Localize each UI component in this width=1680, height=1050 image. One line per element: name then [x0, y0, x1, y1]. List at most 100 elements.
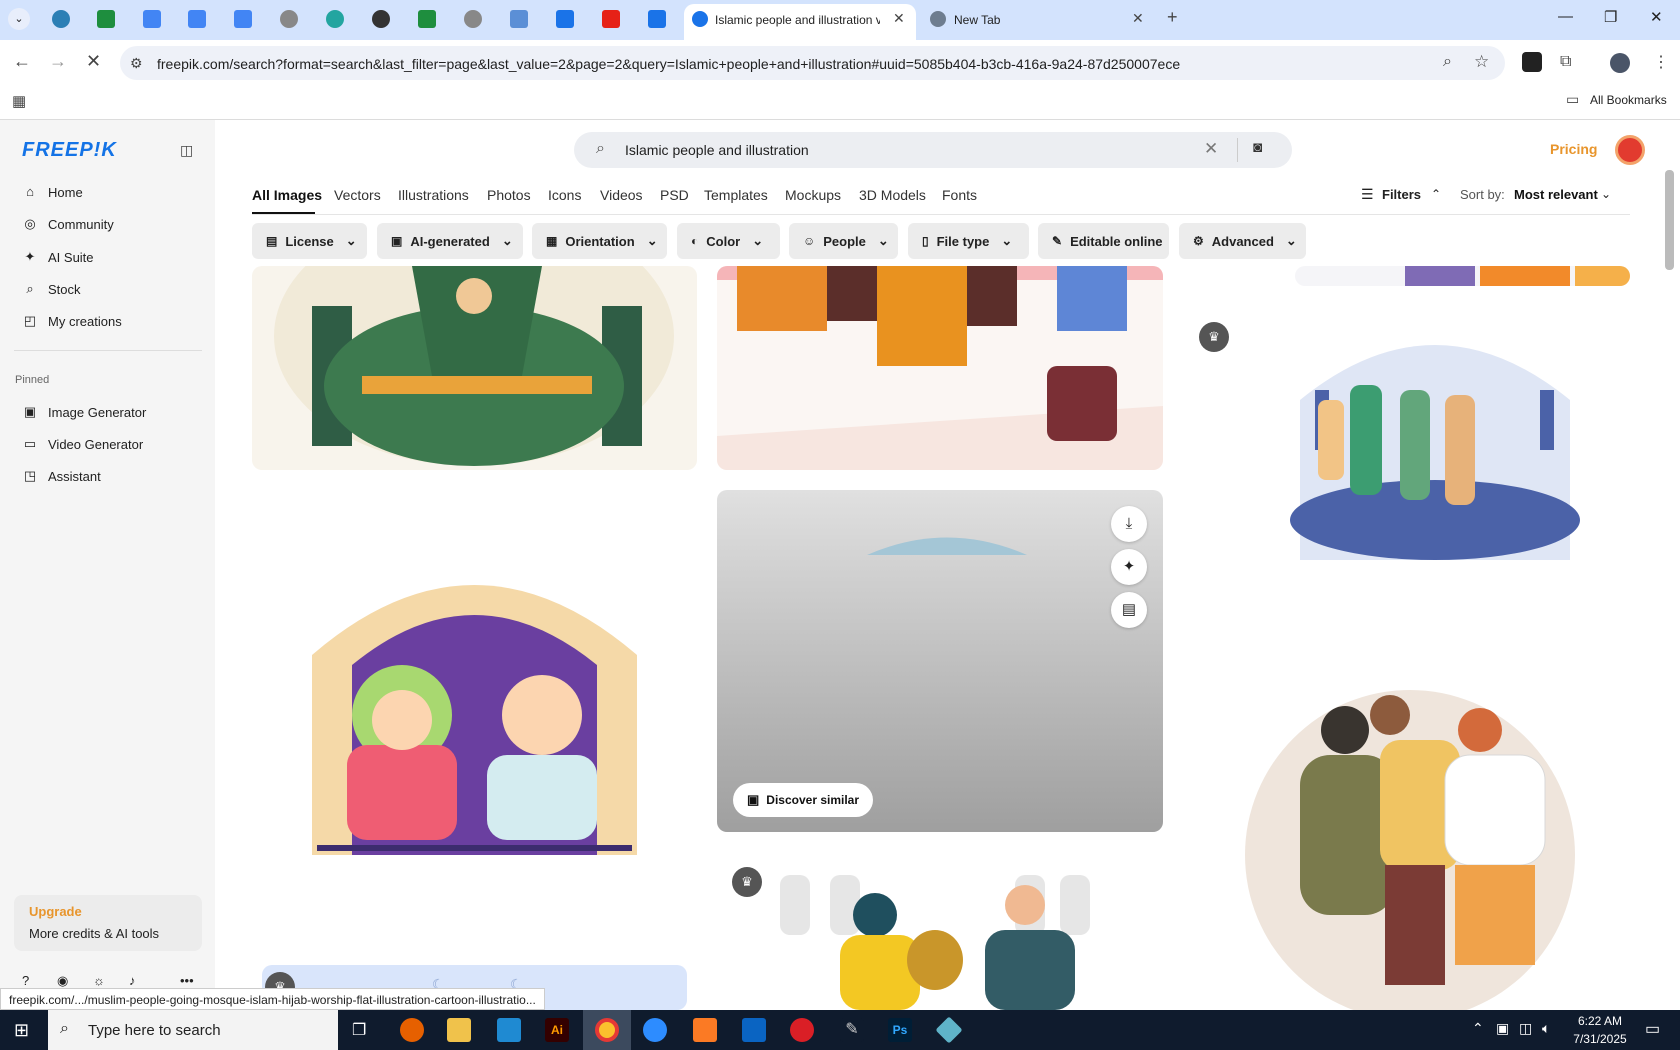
search-input[interactable]: Islamic people and illustration	[625, 142, 809, 158]
tab-templates[interactable]: Templates	[704, 187, 768, 203]
freepik-logo[interactable]: FREEP!K	[22, 139, 117, 162]
image-card-ramadan-couple[interactable]	[252, 555, 697, 880]
wordpress-tab-icon[interactable]	[52, 10, 70, 28]
sheets-tab-icon[interactable]	[97, 10, 115, 28]
puzzle-icon[interactable]: ⧉	[1560, 53, 1571, 71]
sidebar-item-image-generator[interactable]: ▣ Image Generator	[22, 401, 146, 423]
image-card-mosque-prayer[interactable]	[252, 266, 697, 470]
tab-psd[interactable]: PSD	[660, 187, 689, 203]
user-avatar[interactable]	[1615, 135, 1645, 165]
save-to-collection-icon[interactable]: ▤	[1111, 592, 1147, 628]
globe-tab-icon[interactable]	[280, 10, 298, 28]
image-card-group-hug[interactable]	[1240, 685, 1630, 1010]
docs-tab-icon[interactable]	[143, 10, 161, 28]
chip-license[interactable]: ▤ License ⌄	[252, 223, 367, 259]
file-explorer-icon[interactable]	[447, 1018, 471, 1042]
tab-illustrations[interactable]: Illustrations	[398, 187, 469, 203]
taskbar-search-input[interactable]: Type here to search	[88, 1022, 221, 1039]
illustrator-icon[interactable]: Ai	[545, 1018, 569, 1042]
tray-wifi-icon[interactable]: ◫	[1519, 1020, 1532, 1037]
tab-icons[interactable]: Icons	[548, 187, 581, 203]
camera-search-icon[interactable]: ◙	[1253, 139, 1262, 156]
tab-fonts[interactable]: Fonts	[942, 187, 977, 203]
xampp-icon[interactable]	[693, 1018, 717, 1042]
firefox-icon[interactable]	[400, 1018, 424, 1042]
restore-icon[interactable]: ❐	[1604, 8, 1617, 26]
tab-vectors[interactable]: Vectors	[334, 187, 381, 203]
chip-people[interactable]: ☺ People ⌄	[789, 223, 898, 259]
pricing-link[interactable]: Pricing	[1550, 141, 1597, 157]
url-text[interactable]: freepik.com/search?format=search&last_fi…	[157, 56, 1180, 72]
extension-icon[interactable]	[1522, 52, 1542, 72]
zoom-icon[interactable]: ⌕	[1443, 53, 1452, 71]
tray-chevron-icon[interactable]: ⌃	[1472, 1020, 1484, 1037]
profile-avatar-icon[interactable]	[1610, 53, 1630, 73]
image-card-prayer-feet[interactable]	[717, 266, 1163, 470]
docs-tab-icon-2[interactable]	[188, 10, 206, 28]
ai-edit-sparkle-icon[interactable]: ✦	[1111, 549, 1147, 585]
chip-color[interactable]: ◐ Color ⌄	[677, 223, 780, 259]
photoshop-icon[interactable]: Ps	[888, 1018, 912, 1042]
zoom-app-icon[interactable]	[643, 1018, 667, 1042]
task-view-icon[interactable]: ❐	[352, 1020, 366, 1040]
discord-icon[interactable]: ◉	[57, 973, 68, 989]
tab-all-images[interactable]: All Images	[252, 187, 322, 203]
sidebar-item-assistant[interactable]: ◳ Assistant	[22, 465, 101, 487]
tab-3d-models[interactable]: 3D Models	[859, 187, 926, 203]
sheets-tab-icon-2[interactable]	[418, 10, 436, 28]
tray-volume-icon[interactable]: 🔈︎	[1542, 1020, 1550, 1037]
image-card-mosque-people[interactable]	[1240, 320, 1630, 580]
apps-grid-icon[interactable]: ▦	[12, 92, 26, 110]
chrome-icon[interactable]	[595, 1018, 619, 1042]
page-scrollbar-thumb[interactable]	[1665, 170, 1674, 270]
forms-tab-icon[interactable]	[556, 10, 574, 28]
notifications-bell-icon[interactable]: ♪	[129, 973, 136, 988]
forms-tab-icon-2[interactable]	[648, 10, 666, 28]
tab-videos[interactable]: Videos	[600, 187, 643, 203]
tab-search-button[interactable]: ⌄	[8, 8, 30, 30]
new-tab-title[interactable]: New Tab	[954, 13, 1000, 27]
help-icon[interactable]: ?	[22, 973, 29, 988]
image-card-strip[interactable]	[1295, 266, 1630, 286]
tray-network-icon[interactable]: ▣	[1496, 1020, 1509, 1037]
close-tab-icon[interactable]: ✕	[893, 10, 905, 27]
close-window-icon[interactable]: ✕	[1650, 8, 1663, 26]
docs-tab-icon-3[interactable]	[234, 10, 252, 28]
sort-dropdown[interactable]: Most relevant	[1514, 187, 1598, 202]
tab-photos[interactable]: Photos	[487, 187, 531, 203]
app-tab-icon[interactable]	[326, 10, 344, 28]
youtube-tab-icon[interactable]	[602, 10, 620, 28]
clear-search-icon[interactable]: ✕	[1204, 139, 1218, 159]
tab-mockups[interactable]: Mockups	[785, 187, 841, 203]
site-info-icon[interactable]: ⚙	[130, 55, 143, 72]
windows-start-icon[interactable]: ⊞	[14, 1020, 29, 1041]
bookmark-star-icon[interactable]: ☆	[1474, 52, 1489, 72]
menu-dots-icon[interactable]: ⋮	[1653, 52, 1669, 72]
chip-file-type[interactable]: ▯ File type ⌄	[908, 223, 1029, 259]
back-icon[interactable]: ←	[13, 51, 31, 72]
pen-tool-icon[interactable]: ✎	[840, 1018, 864, 1042]
new-tab-plus-icon[interactable]: +	[1167, 7, 1178, 28]
theme-toggle-icon[interactable]: ☼	[93, 973, 105, 988]
download-icon[interactable]: ⤓	[1111, 506, 1147, 542]
close-tab-icon-2[interactable]: ✕	[1132, 10, 1144, 27]
seo-tab-icon[interactable]	[510, 10, 528, 28]
sidebar-item-community[interactable]: ◎ Community	[22, 213, 113, 235]
sidebar-item-ai-suite[interactable]: ✦ AI Suite	[22, 246, 94, 268]
sidebar-item-home[interactable]: ⌂ Home	[22, 181, 83, 203]
filters-button[interactable]: Filters	[1382, 187, 1421, 202]
outlook-icon[interactable]	[742, 1018, 766, 1042]
globe-tab-icon-2[interactable]	[464, 10, 482, 28]
discover-similar-button[interactable]: ▣ Discover similar	[733, 783, 874, 817]
image-card-hovered-loading[interactable]	[717, 490, 1163, 832]
notification-center-icon[interactable]: ▭	[1645, 1019, 1660, 1039]
bookmarks-folder-icon[interactable]: ▭	[1566, 91, 1579, 108]
openai-tab-icon[interactable]	[372, 10, 390, 28]
taskbar-clock-date[interactable]: 7/31/2025	[1564, 1032, 1636, 1046]
chip-ai-generated[interactable]: ▣ AI-generated ⌄	[377, 223, 523, 259]
sidebar-item-stock[interactable]: ⌕ Stock	[22, 278, 80, 300]
forward-icon[interactable]: →	[49, 51, 67, 72]
image-card-charity[interactable]	[770, 855, 1110, 1010]
all-bookmarks-label[interactable]: All Bookmarks	[1590, 93, 1667, 107]
more-options-icon[interactable]: •••	[180, 973, 194, 988]
